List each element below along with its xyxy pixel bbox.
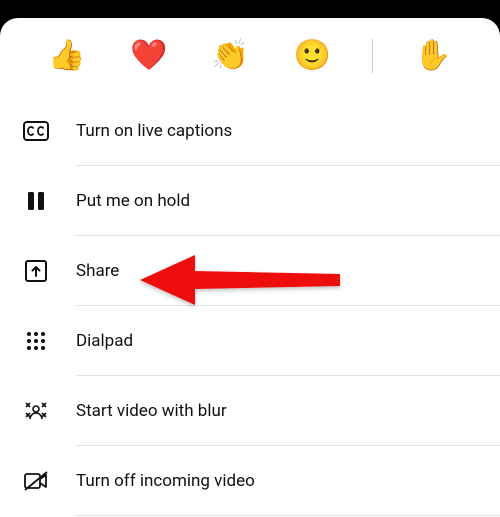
menu-item-live-captions[interactable]: Turn on live captions xyxy=(0,96,500,166)
reaction-applause[interactable]: 👏 xyxy=(209,34,253,78)
menu-item-turn-off-incoming[interactable]: Turn off incoming video xyxy=(0,446,500,516)
menu-item-hold[interactable]: Put me on hold xyxy=(0,166,500,236)
closed-captions-icon xyxy=(22,117,50,145)
menu-label: Share xyxy=(76,261,119,281)
action-sheet: 👍 ❤️ 👏 🙂 ✋ Turn on live captions xyxy=(0,18,500,517)
menu-label: Dialpad xyxy=(76,331,133,351)
reaction-raise-hand[interactable]: ✋ xyxy=(411,34,455,78)
video-off-icon xyxy=(22,467,50,495)
menu-label: Start video with blur xyxy=(76,401,227,421)
menu-label: Turn on live captions xyxy=(76,121,232,141)
reaction-separator xyxy=(372,39,373,73)
share-icon xyxy=(22,257,50,285)
reaction-heart[interactable]: ❤️ xyxy=(127,34,171,78)
pause-icon xyxy=(22,187,50,215)
menu-item-blur[interactable]: Start video with blur xyxy=(0,376,500,446)
menu-item-dialpad[interactable]: Dialpad xyxy=(0,306,500,376)
menu-label: Put me on hold xyxy=(76,191,190,211)
menu-label: Turn off incoming video xyxy=(76,471,255,491)
dialpad-icon xyxy=(22,327,50,355)
menu-item-share[interactable]: Share xyxy=(0,236,500,306)
blur-icon xyxy=(22,397,50,425)
reaction-like[interactable]: 👍 xyxy=(45,34,89,78)
menu-list: Turn on live captions Put me on hold Sha… xyxy=(0,96,500,516)
reactions-row: 👍 ❤️ 👏 🙂 ✋ xyxy=(0,28,500,96)
reaction-laugh[interactable]: 🙂 xyxy=(290,34,334,78)
